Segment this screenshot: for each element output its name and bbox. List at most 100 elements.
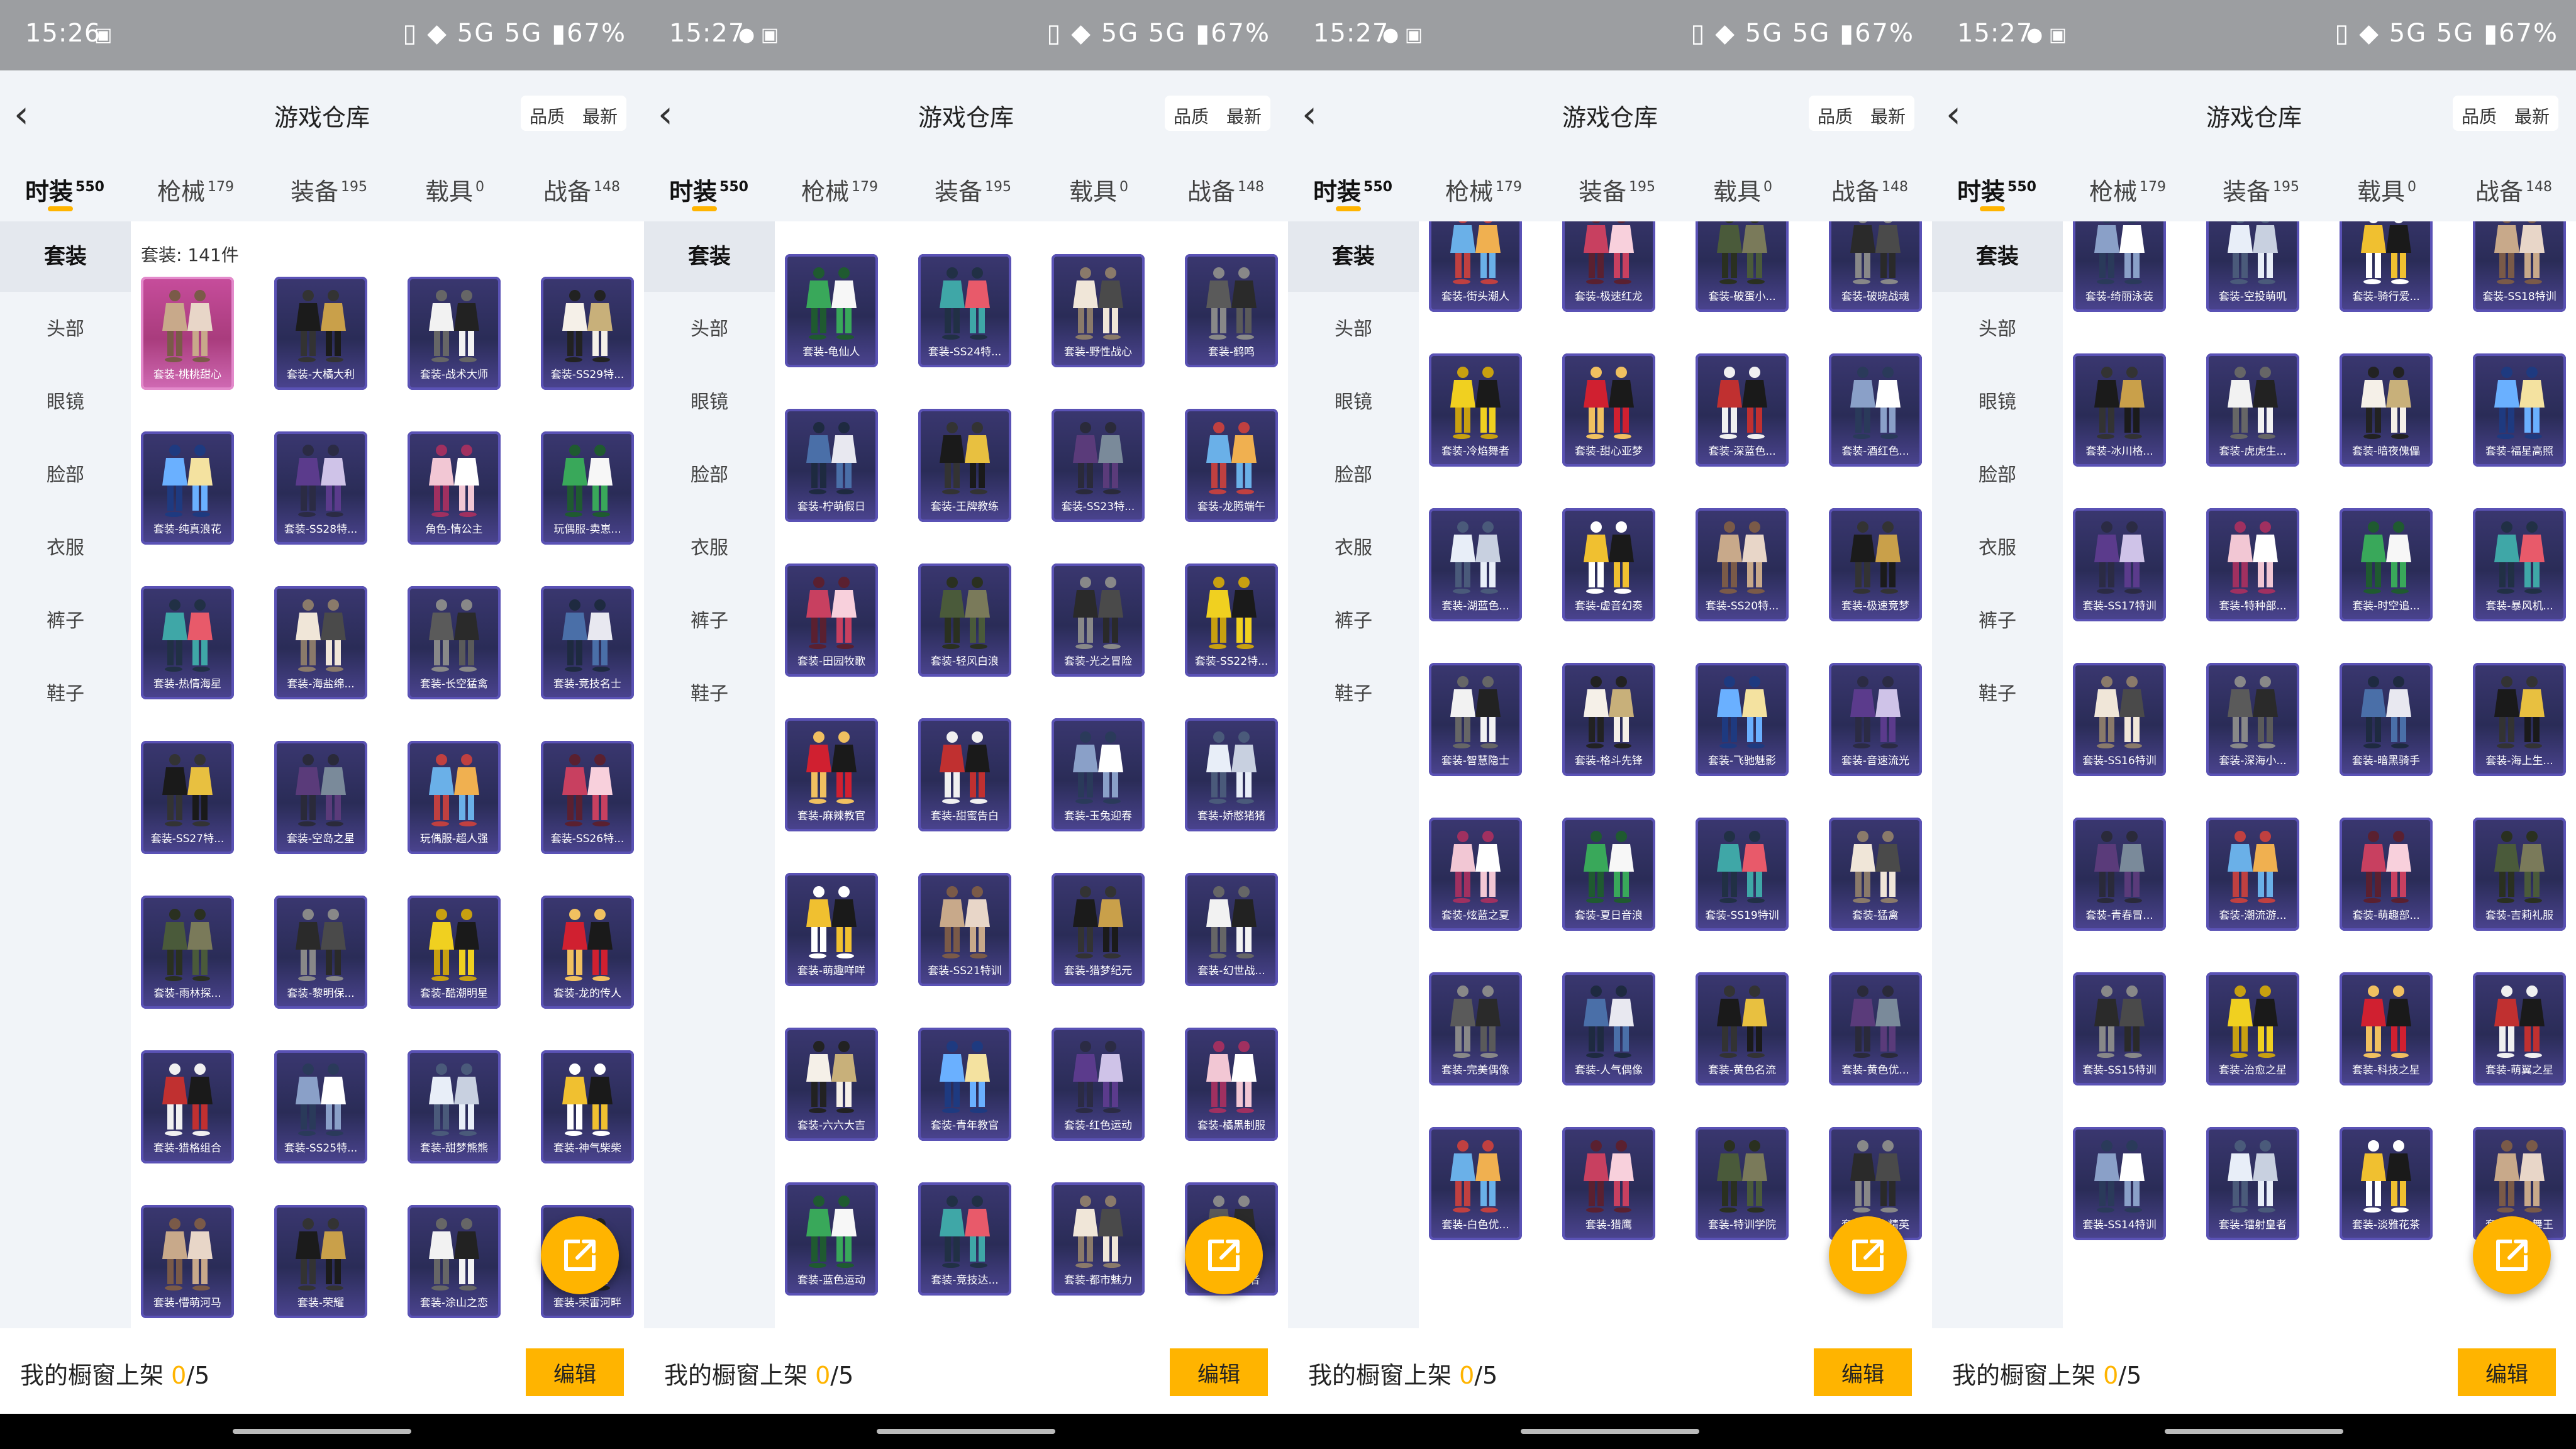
outfit-card[interactable]: 套装-暗夜傀儡 — [2340, 353, 2433, 467]
outfit-card[interactable]: 套装-时空追... — [2340, 508, 2433, 621]
outfit-card[interactable]: 套装-柠萌假日 — [785, 409, 878, 522]
outfit-card[interactable]: 套装-极速竞梦 — [1829, 508, 1922, 621]
outfit-card[interactable]: 套装-夏日音浪 — [1562, 818, 1655, 931]
outfit-card[interactable]: 套装-猎鹰 — [1562, 1127, 1655, 1240]
sidebar-item[interactable]: 头部 — [644, 294, 775, 365]
outfit-card[interactable]: 套装-飞驰魅影 — [1696, 663, 1789, 776]
outfit-card[interactable]: 套装-甜心亚梦 — [1562, 353, 1655, 467]
share-button[interactable] — [541, 1216, 619, 1294]
tab-category[interactable]: 装备 195 — [291, 172, 367, 207]
outfit-card[interactable]: 套装-街头潮人 — [1429, 221, 1522, 312]
tab-category[interactable]: 载具 0 — [2357, 172, 2416, 207]
outfit-card[interactable]: 套装-冷焰舞者 — [1429, 353, 1522, 467]
outfit-card[interactable]: 套装-SS17特训 — [2073, 508, 2166, 621]
sort-latest-button[interactable]: 最新 — [574, 96, 626, 131]
tab-category[interactable]: 时装 550 — [1313, 172, 1392, 207]
outfit-card[interactable]: 套装-SS22特... — [1185, 564, 1278, 677]
outfit-card[interactable]: 套装-人气偶像 — [1562, 972, 1655, 1085]
sidebar-item[interactable]: 头部 — [0, 294, 131, 365]
sidebar-item[interactable]: 套装 — [1288, 221, 1419, 292]
home-indicator[interactable] — [877, 1429, 1055, 1434]
sidebar-item[interactable]: 鞋子 — [1932, 659, 2063, 730]
outfit-card[interactable]: 套装-麻辣教官 — [785, 718, 878, 831]
outfit-card[interactable]: 套装-雨林探... — [141, 896, 234, 1009]
outfit-card[interactable]: 套装-热情海星 — [141, 586, 234, 699]
outfit-card[interactable]: 套装-SS21特训 — [918, 873, 1011, 986]
share-button[interactable] — [1829, 1216, 1907, 1294]
tab-category[interactable]: 枪械 179 — [1445, 172, 1522, 207]
tab-category[interactable]: 枪械 179 — [2089, 172, 2166, 207]
outfit-card[interactable]: 套装-荣耀 — [274, 1205, 367, 1318]
tab-category[interactable]: 时装 550 — [25, 172, 104, 207]
sidebar-item[interactable]: 眼镜 — [1288, 367, 1419, 438]
outfit-card[interactable]: 套装-野性战心 — [1052, 254, 1145, 367]
outfit-card[interactable]: 套装-懵萌河马 — [141, 1205, 234, 1318]
outfit-card[interactable]: 套装-吉莉礼服 — [2473, 818, 2566, 931]
home-indicator[interactable] — [1521, 1429, 1699, 1434]
outfit-card[interactable]: 套装-SS18特训 — [2473, 221, 2566, 312]
outfit-card[interactable]: 套装-冰川格... — [2073, 353, 2166, 467]
outfit-card[interactable]: 套装-黄色名流 — [1696, 972, 1789, 1085]
outfit-card[interactable]: 套装-特种部... — [2206, 508, 2299, 621]
tab-category[interactable]: 时装 550 — [1957, 172, 2036, 207]
outfit-card[interactable]: 套装-娇憨猪猪 — [1185, 718, 1278, 831]
outfit-card[interactable]: 套装-暗黑骑手 — [2340, 663, 2433, 776]
outfit-card[interactable]: 套装-甜蜜告白 — [918, 718, 1011, 831]
outfit-card[interactable]: 套装-海上生... — [2473, 663, 2566, 776]
outfit-card[interactable]: 套装-龟仙人 — [785, 254, 878, 367]
outfit-card[interactable]: 套装-幻世战... — [1185, 873, 1278, 986]
outfit-card[interactable]: 角色-情公主 — [408, 431, 501, 545]
outfit-card[interactable]: 套装-SS19特训 — [1696, 818, 1789, 931]
outfit-card[interactable]: 套装-骑行爱... — [2340, 221, 2433, 312]
sidebar-item[interactable]: 脸部 — [1288, 440, 1419, 511]
outfit-card[interactable]: 玩偶服-卖崽... — [541, 431, 634, 545]
outfit-card[interactable]: 套装-橘黑制服 — [1185, 1028, 1278, 1141]
sidebar-item[interactable]: 眼镜 — [644, 367, 775, 438]
sort-quality-button[interactable]: 品质 — [2453, 96, 2506, 131]
tab-category[interactable]: 载具 0 — [425, 172, 484, 207]
outfit-card[interactable]: 套装-六六大吉 — [785, 1028, 878, 1141]
outfit-card[interactable]: 套装-萌趣部... — [2340, 818, 2433, 931]
outfit-card[interactable]: 套装-涂山之恋 — [408, 1205, 501, 1318]
outfit-card[interactable]: 套装-破蛋小... — [1696, 221, 1789, 312]
sidebar-item[interactable]: 脸部 — [0, 440, 131, 511]
outfit-card[interactable]: 套装-科技之星 — [2340, 972, 2433, 1085]
outfit-card[interactable]: 套装-极速红龙 — [1562, 221, 1655, 312]
outfit-card[interactable]: 套装-甜梦熊熊 — [408, 1050, 501, 1163]
outfit-card[interactable]: 套装-SS15特训 — [2073, 972, 2166, 1085]
tab-category[interactable]: 战备 148 — [1187, 172, 1264, 207]
outfit-card[interactable]: 套装-淡雅花茶 — [2340, 1127, 2433, 1240]
edit-button[interactable]: 编辑 — [526, 1348, 624, 1396]
tab-category[interactable]: 时装 550 — [669, 172, 748, 207]
sidebar-item[interactable]: 眼镜 — [1932, 367, 2063, 438]
sidebar-item[interactable]: 鞋子 — [0, 659, 131, 730]
outfit-card[interactable]: 套装-治愈之星 — [2206, 972, 2299, 1085]
edit-button[interactable]: 编辑 — [1170, 1348, 1268, 1396]
tab-category[interactable]: 战备 148 — [1831, 172, 1908, 207]
tab-category[interactable]: 装备 195 — [2223, 172, 2299, 207]
sort-latest-button[interactable]: 最新 — [1862, 96, 1914, 131]
outfit-card[interactable]: 套装-龙的传人 — [541, 896, 634, 1009]
outfit-card[interactable]: 套装-空岛之星 — [274, 741, 367, 854]
outfit-card[interactable]: 套装-炫蓝之夏 — [1429, 818, 1522, 931]
outfit-card[interactable]: 套装-湖蓝色... — [1429, 508, 1522, 621]
tab-category[interactable]: 枪械 179 — [801, 172, 878, 207]
outfit-card[interactable]: 套装-轻风白浪 — [918, 564, 1011, 677]
outfit-card[interactable]: 套装-SS16特训 — [2073, 663, 2166, 776]
outfit-card[interactable]: 套装-桃桃甜心 — [141, 277, 234, 390]
outfit-card[interactable]: 套装-SS24特... — [918, 254, 1011, 367]
outfit-card[interactable]: 套装-猛禽 — [1829, 818, 1922, 931]
outfit-card[interactable]: 套装-海盐绵... — [274, 586, 367, 699]
outfit-card[interactable]: 套装-SS23特... — [1052, 409, 1145, 522]
home-indicator[interactable] — [233, 1429, 411, 1434]
outfit-card[interactable]: 套装-黄色优... — [1829, 972, 1922, 1085]
outfit-card[interactable]: 套装-SS25特... — [274, 1050, 367, 1163]
outfit-card[interactable]: 套装-长空猛禽 — [408, 586, 501, 699]
outfit-card[interactable]: 套装-玉兔迎春 — [1052, 718, 1145, 831]
tab-category[interactable]: 枪械 179 — [157, 172, 234, 207]
outfit-card[interactable]: 套装-猎格组合 — [141, 1050, 234, 1163]
outfit-card[interactable]: 套装-暴风机... — [2473, 508, 2566, 621]
outfit-card[interactable]: 套装-光之冒险 — [1052, 564, 1145, 677]
outfit-card[interactable]: 套装-龙腾端午 — [1185, 409, 1278, 522]
outfit-card[interactable]: 套装-SS26特... — [541, 741, 634, 854]
